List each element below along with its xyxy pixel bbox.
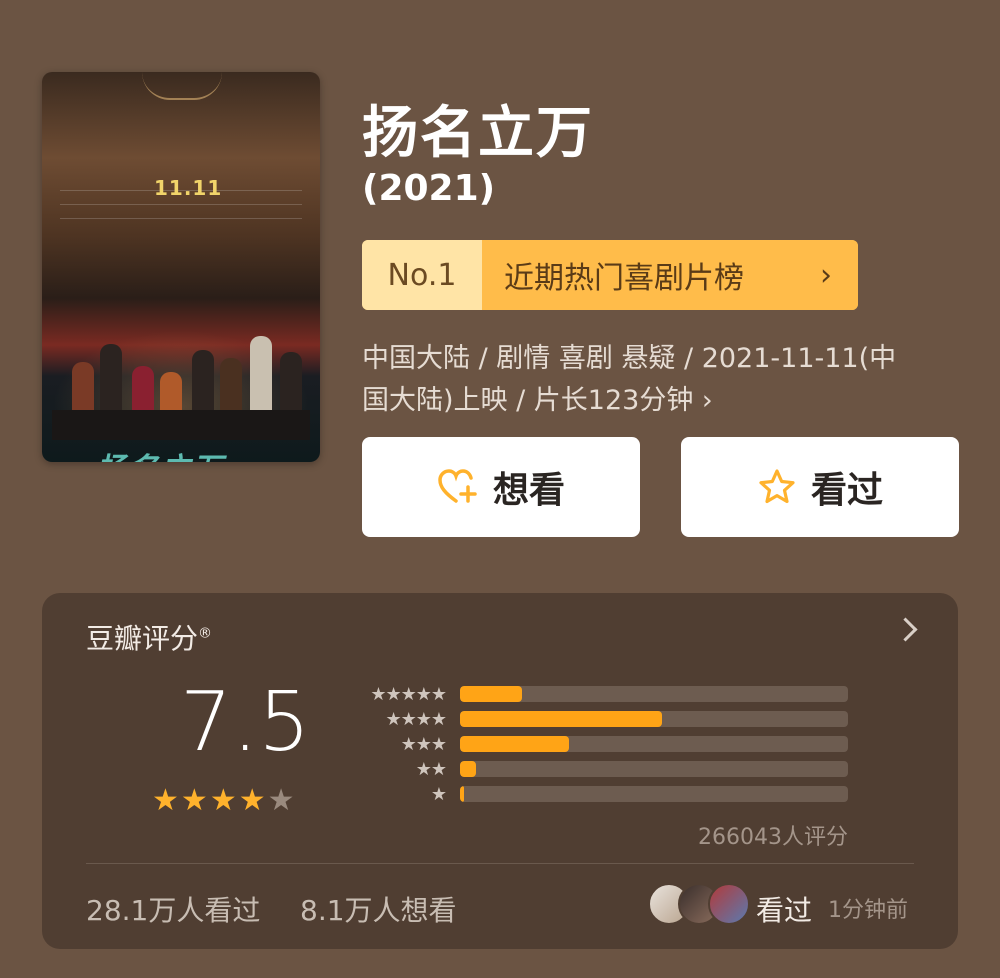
watched-label: 看过: [810, 470, 883, 511]
poster-cast-image: [52, 330, 310, 440]
rating-distribution-row: ★★★★★: [354, 683, 848, 705]
rating-bar-fill: [460, 711, 662, 727]
star-empty-icon: ★: [267, 783, 295, 818]
friend-watched-label: 看过: [756, 894, 813, 927]
rating-bar-track: [460, 711, 848, 727]
poster-table: [52, 410, 310, 440]
rating-stars: ★ ★ ★ ★ ★: [152, 783, 295, 818]
rating-distribution-row: ★: [354, 783, 848, 805]
rating-distribution-row: ★★★: [354, 733, 848, 755]
rating-title-text: 豆瓣评分: [86, 622, 199, 655]
panel-divider: [86, 863, 914, 864]
ranking-banner[interactable]: No.1 近期热门喜剧片榜 ›: [362, 240, 858, 310]
rating-row-stars: ★★: [415, 758, 447, 780]
poster-logo: 扬名立万: [95, 444, 232, 462]
registered-mark: ®: [198, 625, 213, 642]
friend-watched-time: 1分钟前: [828, 898, 908, 923]
rating-bar-fill: [460, 686, 523, 702]
poster-release-date: 11.11: [154, 176, 223, 200]
star-filled-icon: ★: [152, 783, 179, 818]
poster-credit-line: [60, 204, 302, 205]
meta-line: 国大陆)上映 / 片长123分钟 ›: [362, 385, 713, 416]
want-count[interactable]: 8.1万人想看: [300, 889, 457, 929]
rating-count: 266043人评分: [698, 825, 848, 850]
movie-poster[interactable]: 11.11 扬名立万: [42, 72, 320, 462]
watched-count[interactable]: 28.1万人看过: [86, 889, 260, 929]
meta-line: 中国大陆 / 剧情 喜剧 悬疑 / 2021-11-11(中: [362, 343, 897, 374]
star-filled-icon: ★: [238, 783, 266, 818]
rating-score: 7.5: [180, 675, 311, 770]
chevron-right-icon[interactable]: [893, 617, 918, 642]
star-icon: [759, 469, 795, 504]
rating-panel-title: 豆瓣评分®: [86, 617, 212, 657]
heart-plus-icon: [438, 469, 477, 503]
avatar: [708, 883, 750, 925]
want-to-watch-label: 想看: [492, 470, 565, 511]
rating-distribution-row: ★★★★: [354, 708, 848, 730]
rating-bar-fill: [460, 761, 476, 777]
rating-bar-track: [460, 786, 848, 802]
rating-bar-track: [460, 736, 848, 752]
rating-bar-fill: [460, 786, 464, 802]
watched-button[interactable]: 看过: [681, 437, 959, 537]
want-to-watch-button[interactable]: 想看: [362, 437, 640, 537]
rating-row-stars: ★★★★: [385, 708, 447, 730]
rating-row-stars: ★: [430, 783, 447, 805]
rating-bar-track: [460, 686, 848, 702]
chevron-right-icon: ›: [810, 240, 858, 310]
movie-title: 扬名立万: [362, 101, 594, 166]
poster-lamp-decoration: [142, 72, 222, 100]
rating-row-stars: ★★★★★: [370, 683, 447, 705]
star-filled-icon: ★: [209, 783, 237, 818]
rating-row-stars: ★★★: [400, 733, 447, 755]
poster-credit-line: [60, 218, 302, 219]
rating-panel[interactable]: 豆瓣评分® 7.5 ★ ★ ★ ★ ★ ★★★★★ ★★★★ ★★★ ★★ ★ 266043人评…: [42, 593, 958, 949]
star-filled-icon: ★: [180, 783, 208, 818]
rating-distribution-row: ★★: [354, 758, 848, 780]
ranking-number: No.1: [362, 240, 482, 310]
ranking-list-name: 近期热门喜剧片榜: [482, 240, 810, 310]
rating-bar-track: [460, 761, 848, 777]
movie-meta-info[interactable]: 中国大陆 / 剧情 喜剧 悬疑 / 2021-11-11(中 国大陆)上映 / …: [362, 338, 962, 422]
friend-avatars[interactable]: [648, 883, 750, 925]
rating-bar-fill: [460, 736, 569, 752]
movie-year: (2021): [362, 168, 496, 209]
